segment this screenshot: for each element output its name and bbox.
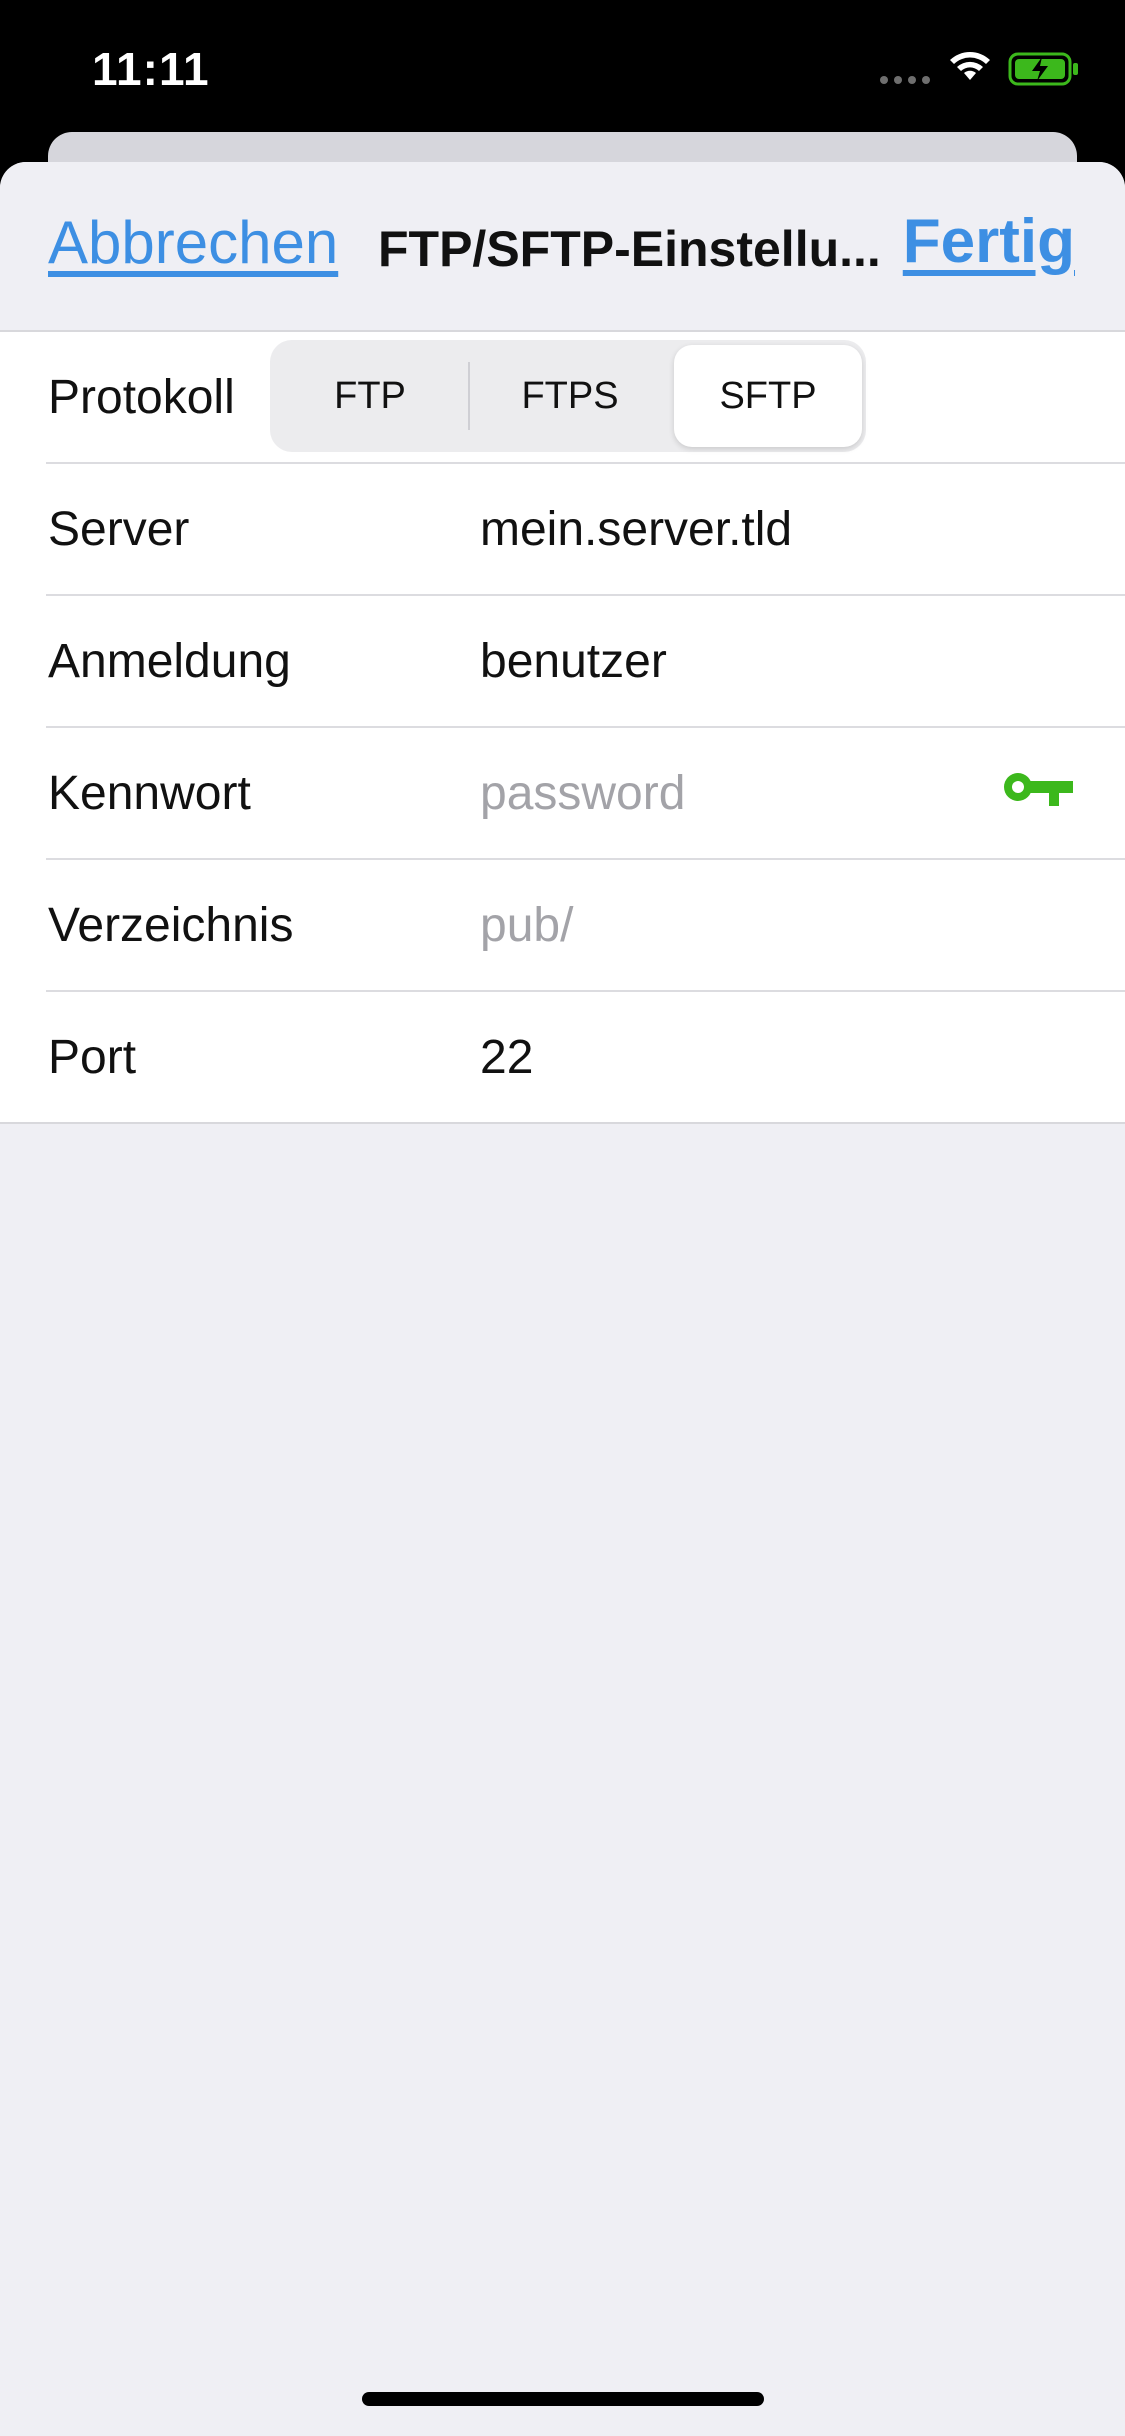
port-row[interactable]: Port 22: [46, 992, 1125, 1122]
settings-form: Protokoll FTP FTPS SFTP Server mein.serv…: [0, 332, 1125, 1124]
directory-label: Verzeichnis: [48, 899, 294, 952]
status-time: 11:11: [92, 43, 210, 95]
login-field[interactable]: benutzer: [480, 634, 667, 689]
port-field[interactable]: 22: [480, 1030, 533, 1085]
login-row[interactable]: Anmeldung benutzer: [46, 596, 1125, 728]
settings-sheet: Abbrechen FTP/SFTP-Einstellu... Fertig P…: [0, 162, 1125, 2436]
login-label: Anmeldung: [48, 635, 291, 688]
done-button[interactable]: Fertig: [903, 206, 1075, 277]
segment-sftp[interactable]: SFTP: [674, 345, 862, 447]
home-indicator[interactable]: [362, 2392, 764, 2406]
protocol-segmented-control: FTP FTPS SFTP: [270, 340, 866, 452]
cellular-signal-icon: [880, 76, 930, 84]
protocol-label: Protokoll: [48, 371, 235, 424]
key-icon[interactable]: [1001, 770, 1075, 812]
port-label: Port: [48, 1031, 137, 1084]
password-field[interactable]: password: [480, 766, 685, 821]
server-label: Server: [48, 503, 190, 556]
protocol-row: Protokoll FTP FTPS SFTP: [46, 332, 1125, 464]
wifi-icon: [950, 52, 990, 80]
battery-charging-icon: [1008, 52, 1078, 86]
navigation-bar: Abbrechen FTP/SFTP-Einstellu... Fertig: [0, 162, 1125, 332]
password-row[interactable]: Kennwort password: [46, 728, 1125, 860]
segment-ftps[interactable]: FTPS: [470, 340, 670, 452]
segment-ftp[interactable]: FTP: [270, 340, 470, 452]
page-title: FTP/SFTP-Einstellu...: [378, 221, 878, 277]
directory-row[interactable]: Verzeichnis pub/: [46, 860, 1125, 992]
directory-field[interactable]: pub/: [480, 898, 573, 953]
status-bar: 11:11: [0, 0, 1125, 150]
cancel-button[interactable]: Abbrechen: [48, 208, 338, 277]
server-field[interactable]: mein.server.tld: [480, 502, 792, 557]
password-label: Kennwort: [48, 767, 251, 820]
server-row[interactable]: Server mein.server.tld: [46, 464, 1125, 596]
